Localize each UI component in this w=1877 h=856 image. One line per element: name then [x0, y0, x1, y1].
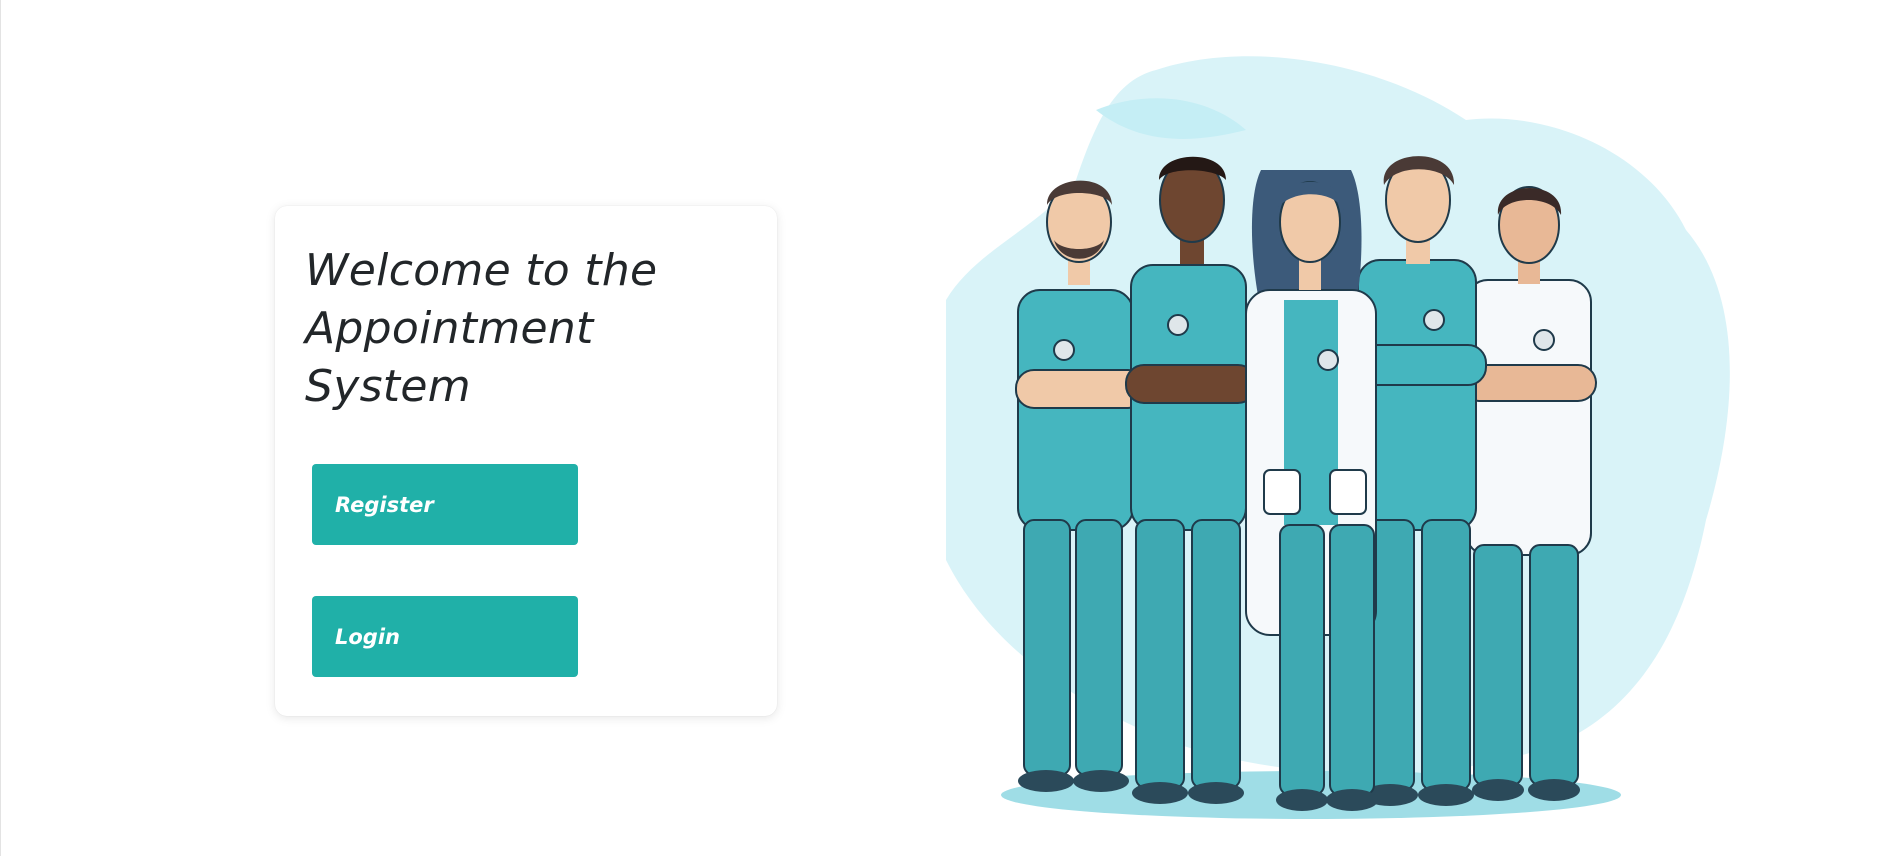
- register-button[interactable]: Register: [312, 464, 578, 545]
- login-button[interactable]: Login: [312, 596, 578, 677]
- doctors-team-image: [946, 56, 1730, 819]
- landing-page: Welcome to the Appointment System Regist…: [0, 0, 1877, 856]
- page-title: Welcome to the Appointment System: [305, 245, 658, 412]
- welcome-card: Welcome to the Appointment System Regist…: [275, 206, 777, 716]
- doctors-illustration: [946, 0, 1877, 856]
